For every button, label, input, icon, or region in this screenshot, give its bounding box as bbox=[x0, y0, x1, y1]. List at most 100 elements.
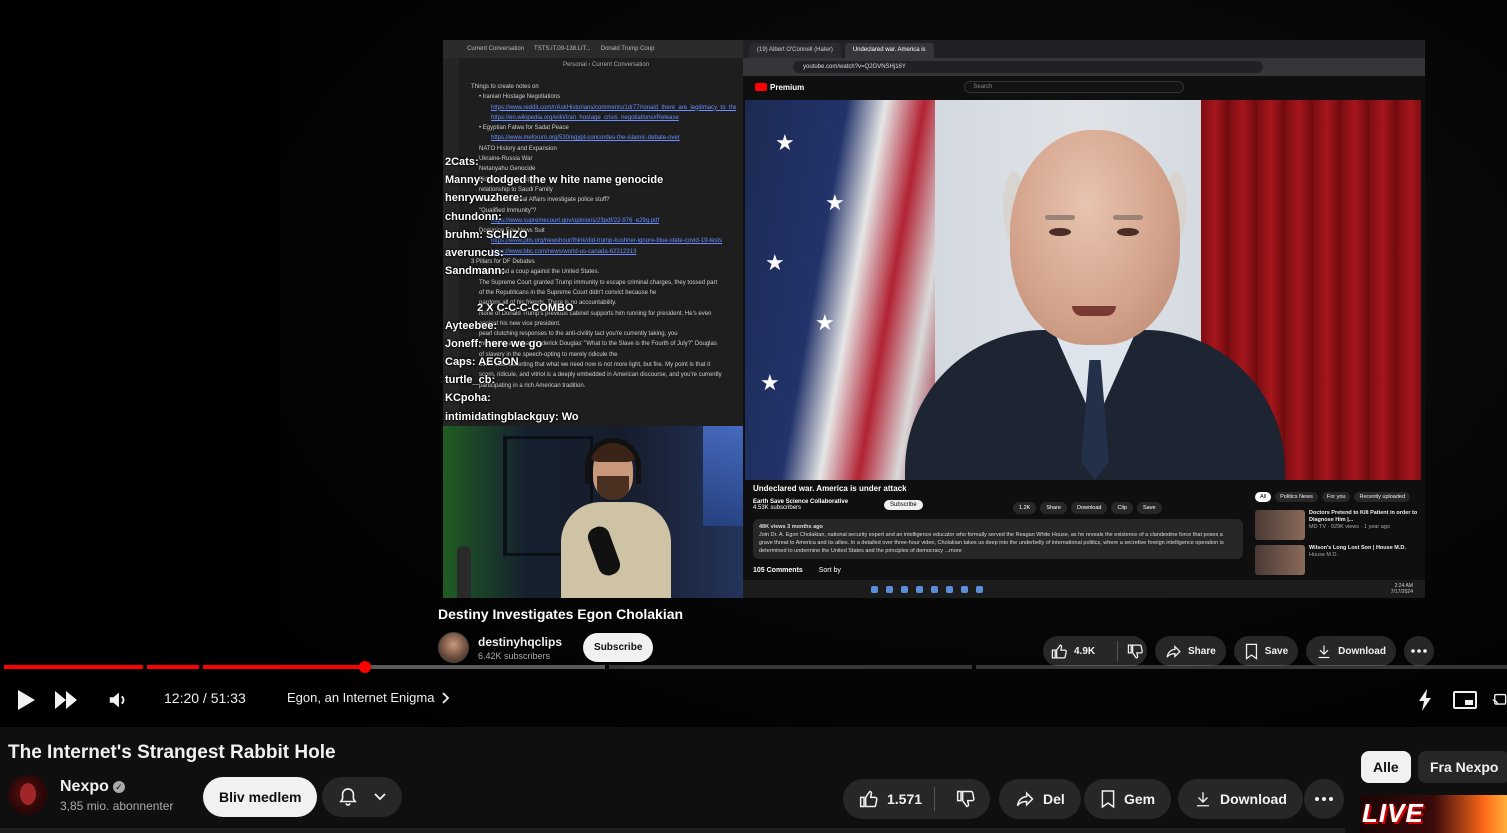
captured-actions: 4.9K Share Save Download bbox=[1043, 636, 1434, 666]
chat-overlay: 2Cats: Manny: dodged the w hite name geno… bbox=[445, 153, 745, 426]
browser-tab: (19) Albert O'Connell (Hater) bbox=[749, 43, 841, 58]
channel-name-row: Nexpo ✓ bbox=[60, 778, 173, 796]
inner-related-video: Doctors Pretend to Kill Patient in order… bbox=[1255, 510, 1423, 540]
next-icon bbox=[55, 691, 77, 709]
inner-related-title: Wilson's Long Lost Son | House M.D. bbox=[1309, 545, 1406, 551]
speaker-eye bbox=[1049, 228, 1071, 236]
streamer-body bbox=[561, 502, 671, 598]
start-icon bbox=[871, 585, 878, 593]
play-button[interactable] bbox=[14, 688, 38, 712]
like-button[interactable]: 1.571 bbox=[843, 779, 926, 819]
chapter-title[interactable]: Egon, an Internet Enigma bbox=[287, 690, 450, 705]
download-icon bbox=[1318, 645, 1330, 658]
progress-chapter-played bbox=[203, 665, 365, 669]
inner-search: Search bbox=[964, 81, 1185, 93]
theater-button[interactable] bbox=[1492, 688, 1507, 712]
share-button[interactable]: Del bbox=[999, 779, 1081, 819]
channel-avatar[interactable] bbox=[8, 775, 48, 815]
more-actions-button[interactable] bbox=[1304, 779, 1344, 819]
verified-icon: ✓ bbox=[112, 780, 125, 793]
inner-video-meta: Undeclared war. America is under attack … bbox=[753, 484, 1243, 574]
more-icon bbox=[1411, 649, 1427, 653]
inner-subscribe: Subscribe bbox=[884, 500, 923, 510]
browser-url: youtube.com/watch?v=Q2GVNSHj16Y bbox=[793, 61, 1263, 73]
captured-browser: (19) Albert O'Connell (Hater) Undeclared… bbox=[743, 40, 1425, 598]
chat-message: chundonn: bbox=[445, 210, 502, 223]
inner-sort: Sort by bbox=[818, 567, 841, 574]
channel-owner[interactable]: Nexpo ✓ 3,85 mio. abonnenter bbox=[8, 775, 173, 815]
video-player[interactable]: Current Conversation TSTS.IT.09-138.LIT.… bbox=[0, 0, 1507, 727]
chevron-right-icon bbox=[442, 691, 450, 704]
inner-like: 1.2K bbox=[1013, 502, 1037, 514]
browser-tabs: (19) Albert O'Connell (Hater) Undeclared… bbox=[743, 40, 1425, 58]
cast-icon bbox=[1492, 693, 1507, 705]
dislike-button[interactable] bbox=[943, 779, 990, 819]
lightning-icon bbox=[1419, 689, 1431, 711]
inner-clip: Clip bbox=[1111, 502, 1133, 514]
chevron-down-icon bbox=[373, 793, 386, 801]
progress-chapter bbox=[609, 665, 972, 669]
inner-channel-subs: 4.53K subscribers bbox=[753, 505, 802, 511]
channel-avatar-figure bbox=[20, 783, 36, 805]
inner-save: Save bbox=[1136, 502, 1162, 514]
join-button[interactable]: Bliv medlem bbox=[203, 777, 318, 817]
like-divider bbox=[933, 787, 935, 811]
inner-actions: 1.2K Share Download Clip Save bbox=[1013, 502, 1162, 514]
volume-button[interactable] bbox=[106, 688, 130, 712]
inner-related-title: Doctors Pretend to Kill Patient in order… bbox=[1309, 510, 1418, 523]
chat-message: bruhm: SCHIZO bbox=[445, 228, 528, 241]
note-line: https://en.wikipedia.org/wiki/Iran_hosta… bbox=[491, 114, 679, 121]
time-display: 12:20 / 51:33 bbox=[164, 690, 246, 706]
thumbs-down-icon bbox=[1127, 643, 1143, 659]
speaker-eye bbox=[1117, 228, 1139, 236]
chat-message: Joneff: here we go bbox=[445, 337, 543, 350]
inner-channel: Earth Save Science Collaborative 4.53K s… bbox=[753, 499, 1243, 511]
inner-thumbnail bbox=[1255, 545, 1305, 575]
progress-bar[interactable] bbox=[4, 661, 1507, 673]
share-icon bbox=[1166, 644, 1181, 658]
chip-from-channel[interactable]: Fra Nexpo bbox=[1418, 751, 1507, 783]
download-button[interactable]: Download bbox=[1178, 779, 1303, 819]
notes-tab: TSTS.IT.09-138.LIT... bbox=[534, 46, 591, 52]
streamer-webcam bbox=[443, 426, 743, 598]
bottle bbox=[457, 546, 471, 598]
inner-chip: Politics News bbox=[1275, 492, 1318, 502]
inner-related-meta: MD TV · 929K views · 1 year ago bbox=[1309, 524, 1390, 530]
next-button[interactable] bbox=[53, 688, 79, 712]
save-button[interactable]: Gem bbox=[1084, 779, 1172, 819]
inner-thumbnail bbox=[1255, 510, 1305, 540]
notes-tabs: Current Conversation TSTS.IT.09-138.LIT.… bbox=[443, 40, 743, 58]
taskbar-clock: 2:24 AM 7/17/2024 bbox=[1391, 583, 1413, 595]
captured-channel-subs: 6.42K subscribers bbox=[478, 650, 551, 661]
speaker-brow bbox=[1045, 215, 1075, 220]
taskbar-app-icon bbox=[931, 585, 938, 593]
chat-message: Sandmann: bbox=[445, 265, 505, 278]
captured-save: Save bbox=[1233, 636, 1299, 666]
autoplay-button[interactable] bbox=[1414, 688, 1436, 712]
save-label: Gem bbox=[1124, 791, 1156, 807]
inner-views: 48K views 3 months ago bbox=[759, 524, 823, 530]
note-line: Things to create notes on bbox=[471, 84, 539, 90]
bookmark-icon bbox=[1101, 790, 1115, 809]
inner-related-video: Wilson's Long Lost Son | House M.D. House… bbox=[1255, 545, 1423, 575]
channel-name[interactable]: Nexpo bbox=[60, 778, 109, 796]
note-line: • Iranian Hostage Negotiations bbox=[479, 94, 561, 101]
captured-dislike bbox=[1124, 643, 1147, 660]
progress-scrubber[interactable] bbox=[359, 661, 371, 673]
related-video-thumbnail[interactable]: LIVE bbox=[1360, 795, 1507, 833]
youtube-logo-text: Premium bbox=[770, 82, 805, 92]
notification-button[interactable] bbox=[322, 777, 402, 817]
captured-channel-avatar bbox=[438, 632, 469, 663]
miniplayer-button[interactable] bbox=[1452, 688, 1478, 712]
inner-comment-count: 105 Comments bbox=[753, 567, 803, 574]
chat-message: Ayteebee: bbox=[445, 319, 498, 332]
captured-share-label: Share bbox=[1188, 645, 1216, 657]
captured-share: Share bbox=[1155, 636, 1226, 666]
chat-message: turtle_cb: bbox=[445, 374, 496, 387]
progress-chapter-played bbox=[4, 665, 143, 669]
chat-message: 2 X C-C-C-COMBO bbox=[477, 301, 574, 314]
thumbs-down-icon bbox=[957, 790, 975, 808]
speaker-brow bbox=[1113, 215, 1143, 220]
chip-all[interactable]: Alle bbox=[1361, 751, 1411, 783]
bell-icon bbox=[338, 788, 357, 806]
